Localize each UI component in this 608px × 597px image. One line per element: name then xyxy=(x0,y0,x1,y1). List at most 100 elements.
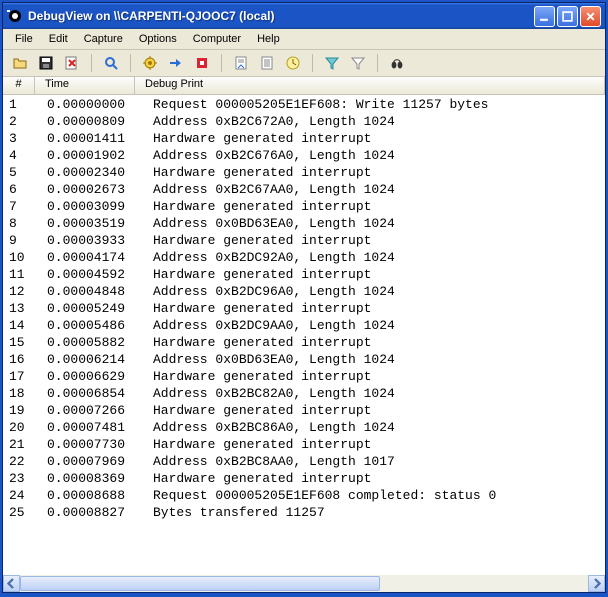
table-row[interactable]: 160.00006214Address 0x0BD63EA0, Length 1… xyxy=(3,351,605,368)
capture-win32-icon[interactable] xyxy=(99,51,123,75)
table-row[interactable]: 60.00002673Address 0xB2C67AA0, Length 10… xyxy=(3,181,605,198)
toolbar xyxy=(3,50,605,77)
window-buttons xyxy=(534,6,601,27)
cell-number: 24 xyxy=(3,487,41,504)
table-row[interactable]: 180.00006854Address 0xB2BC82A0, Length 1… xyxy=(3,385,605,402)
toolbar-sep xyxy=(312,54,313,72)
table-row[interactable]: 250.00008827Bytes transfered 11257 xyxy=(3,504,605,521)
cell-number: 4 xyxy=(3,147,41,164)
col-debugprint[interactable]: Debug Print xyxy=(135,77,605,94)
cell-time: 0.00004592 xyxy=(41,266,147,283)
open-icon[interactable] xyxy=(8,51,32,75)
cell-number: 12 xyxy=(3,283,41,300)
cell-number: 9 xyxy=(3,232,41,249)
cell-time: 0.00008369 xyxy=(41,470,147,487)
menu-edit[interactable]: Edit xyxy=(41,31,76,47)
cell-time: 0.00003099 xyxy=(41,198,147,215)
toolbar-sep xyxy=(377,54,378,72)
cell-debugprint: Address 0xB2C676A0, Length 1024 xyxy=(147,147,605,164)
cell-time: 0.00007730 xyxy=(41,436,147,453)
table-row[interactable]: 90.00003933Hardware generated interrupt xyxy=(3,232,605,249)
title-bar[interactable]: DebugView on \\CARPENTI-QJOOC7 (local) xyxy=(3,3,605,29)
minimize-button[interactable] xyxy=(534,6,555,27)
menu-capture[interactable]: Capture xyxy=(76,31,131,47)
menu-help[interactable]: Help xyxy=(249,31,288,47)
menu-bar: File Edit Capture Options Computer Help xyxy=(3,29,605,50)
cell-time: 0.00001902 xyxy=(41,147,147,164)
table-row[interactable]: 50.00002340Hardware generated interrupt xyxy=(3,164,605,181)
maximize-button[interactable] xyxy=(557,6,578,27)
capture-events-icon[interactable] xyxy=(190,51,214,75)
close-log-icon[interactable] xyxy=(60,51,84,75)
cell-time: 0.00005486 xyxy=(41,317,147,334)
cell-number: 2 xyxy=(3,113,41,130)
table-row[interactable]: 30.00001411Hardware generated interrupt xyxy=(3,130,605,147)
table-row[interactable]: 200.00007481Address 0xB2BC86A0, Length 1… xyxy=(3,419,605,436)
cell-number: 1 xyxy=(3,96,41,113)
table-row[interactable]: 80.00003519Address 0x0BD63EA0, Length 10… xyxy=(3,215,605,232)
cell-debugprint: Address 0xB2BC8AA0, Length 1017 xyxy=(147,453,605,470)
cell-time: 0.00006854 xyxy=(41,385,147,402)
col-time[interactable]: Time xyxy=(35,77,135,94)
close-button[interactable] xyxy=(580,6,601,27)
table-row[interactable]: 140.00005486Address 0xB2DC9AA0, Length 1… xyxy=(3,317,605,334)
filter-icon[interactable] xyxy=(320,51,344,75)
scroll-thumb[interactable] xyxy=(20,576,380,591)
table-row[interactable]: 220.00007969Address 0xB2BC8AA0, Length 1… xyxy=(3,453,605,470)
cell-time: 0.00007969 xyxy=(41,453,147,470)
window-title: DebugView on \\CARPENTI-QJOOC7 (local) xyxy=(28,9,534,23)
table-row[interactable]: 20.00000809Address 0xB2C672A0, Length 10… xyxy=(3,113,605,130)
cell-number: 25 xyxy=(3,504,41,521)
cell-time: 0.00001411 xyxy=(41,130,147,147)
horizontal-scrollbar[interactable] xyxy=(3,575,605,592)
highlight-icon[interactable] xyxy=(346,51,370,75)
table-row[interactable]: 190.00007266Hardware generated interrupt xyxy=(3,402,605,419)
cell-number: 17 xyxy=(3,368,41,385)
table-row[interactable]: 210.00007730Hardware generated interrupt xyxy=(3,436,605,453)
cell-time: 0.00006214 xyxy=(41,351,147,368)
table-row[interactable]: 230.00008369Hardware generated interrupt xyxy=(3,470,605,487)
table-row[interactable]: 100.00004174Address 0xB2DC92A0, Length 1… xyxy=(3,249,605,266)
table-row[interactable]: 150.00005882Hardware generated interrupt xyxy=(3,334,605,351)
cell-debugprint: Hardware generated interrupt xyxy=(147,232,605,249)
cell-debugprint: Address 0xB2C672A0, Length 1024 xyxy=(147,113,605,130)
table-row[interactable]: 110.00004592Hardware generated interrupt xyxy=(3,266,605,283)
app-icon xyxy=(7,8,23,24)
find-icon[interactable] xyxy=(385,51,409,75)
col-number[interactable]: # xyxy=(3,77,35,94)
table-row[interactable]: 120.00004848Address 0xB2DC96A0, Length 1… xyxy=(3,283,605,300)
capture-kernel-icon[interactable] xyxy=(138,51,162,75)
cell-debugprint: Hardware generated interrupt xyxy=(147,470,605,487)
passthrough-icon[interactable] xyxy=(164,51,188,75)
cell-debugprint: Hardware generated interrupt xyxy=(147,334,605,351)
cell-time: 0.00005249 xyxy=(41,300,147,317)
table-row[interactable]: 170.00006629Hardware generated interrupt xyxy=(3,368,605,385)
cell-time: 0.00006629 xyxy=(41,368,147,385)
menu-file[interactable]: File xyxy=(7,31,41,47)
scroll-left-button[interactable] xyxy=(3,575,20,592)
table-row[interactable]: 40.00001902Address 0xB2C676A0, Length 10… xyxy=(3,147,605,164)
scroll-right-button[interactable] xyxy=(588,575,605,592)
cell-time: 0.00003519 xyxy=(41,215,147,232)
cell-number: 19 xyxy=(3,402,41,419)
cell-number: 15 xyxy=(3,334,41,351)
menu-computer[interactable]: Computer xyxy=(185,31,249,47)
menu-options[interactable]: Options xyxy=(131,31,185,47)
app-window: DebugView on \\CARPENTI-QJOOC7 (local) F… xyxy=(2,2,606,593)
table-row[interactable]: 10.00000000Request 000005205E1EF608: Wri… xyxy=(3,96,605,113)
save-icon[interactable] xyxy=(34,51,58,75)
table-row[interactable]: 240.00008688Request 000005205E1EF608 com… xyxy=(3,487,605,504)
grid-body[interactable]: 10.00000000Request 000005205E1EF608: Wri… xyxy=(3,95,605,575)
clear-display-icon[interactable] xyxy=(255,51,279,75)
cell-debugprint: Hardware generated interrupt xyxy=(147,130,605,147)
autoscroll-icon[interactable] xyxy=(229,51,253,75)
cell-time: 0.00002673 xyxy=(41,181,147,198)
table-row[interactable]: 70.00003099Hardware generated interrupt xyxy=(3,198,605,215)
cell-number: 11 xyxy=(3,266,41,283)
table-row[interactable]: 130.00005249Hardware generated interrupt xyxy=(3,300,605,317)
cell-number: 22 xyxy=(3,453,41,470)
cell-time: 0.00002340 xyxy=(41,164,147,181)
cell-debugprint: Hardware generated interrupt xyxy=(147,266,605,283)
time-format-icon[interactable] xyxy=(281,51,305,75)
scroll-track[interactable] xyxy=(20,575,588,592)
